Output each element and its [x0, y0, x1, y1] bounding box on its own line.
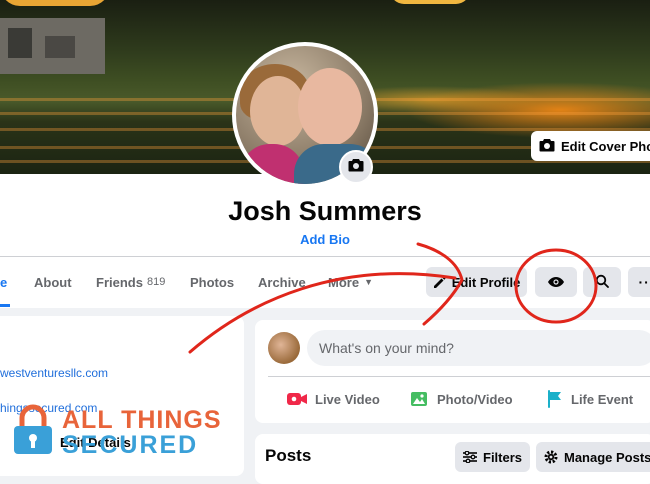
- manage-posts-button[interactable]: Manage Posts: [536, 442, 650, 472]
- posts-title: Posts: [265, 446, 311, 466]
- photo-video-button[interactable]: Photo/Video: [411, 384, 513, 414]
- watermark-logo: ALL THINGS SECURED: [10, 404, 222, 461]
- edit-cover-photo-button[interactable]: Edit Cover Phot: [531, 131, 650, 161]
- avatar[interactable]: [268, 332, 300, 364]
- tab-posts[interactable]: e: [0, 257, 7, 307]
- more-dots-icon: ···: [639, 274, 650, 290]
- caret-down-icon: ▼: [364, 277, 373, 287]
- active-tab-indicator: [0, 304, 10, 307]
- tab-archive[interactable]: Archive: [258, 257, 306, 307]
- edit-profile-button[interactable]: Edit Profile: [426, 267, 527, 297]
- filters-button[interactable]: Filters: [455, 442, 530, 472]
- whats-on-your-mind-input[interactable]: What's on your mind?: [307, 330, 650, 366]
- camera-icon: [539, 138, 555, 155]
- website-link[interactable]: westventuresllc.com: [0, 366, 108, 380]
- edit-profile-label: Edit Profile: [452, 275, 521, 290]
- flag-icon: [547, 390, 563, 408]
- live-video-icon: [287, 392, 307, 406]
- eye-icon: [548, 275, 564, 290]
- profile-name: Josh Summers: [0, 196, 650, 227]
- camera-icon: [348, 158, 364, 177]
- watermark-line-2: SECURED: [62, 433, 222, 458]
- tab-about[interactable]: About: [34, 257, 72, 307]
- update-profile-picture-button[interactable]: [339, 150, 373, 184]
- tab-photos[interactable]: Photos: [190, 257, 234, 307]
- search-profile-button[interactable]: [583, 267, 621, 297]
- watermark-line-1: ALL THINGS: [62, 408, 222, 433]
- tab-friends[interactable]: Friends 819: [96, 257, 165, 307]
- posts-card: Posts Filters Manage Posts: [255, 434, 650, 484]
- view-as-button[interactable]: [535, 267, 577, 297]
- live-video-button[interactable]: Live Video: [287, 384, 380, 414]
- create-post-card: What's on your mind? Live Video Photo/Vi…: [255, 320, 650, 423]
- tab-more[interactable]: More ▼: [328, 257, 373, 307]
- padlock-icon: [10, 404, 56, 461]
- add-bio-link[interactable]: Add Bio: [0, 232, 650, 247]
- gear-icon: [544, 450, 558, 464]
- search-icon: [595, 274, 609, 291]
- more-options-button[interactable]: ···: [628, 267, 650, 297]
- edit-cover-photo-label: Edit Cover Phot: [561, 139, 650, 154]
- composer-divider: [268, 376, 650, 377]
- filters-icon: [463, 451, 477, 463]
- photo-icon: [411, 390, 429, 408]
- friends-count: 819: [147, 276, 165, 288]
- life-event-button[interactable]: Life Event: [547, 384, 633, 414]
- pencil-icon: [433, 276, 446, 289]
